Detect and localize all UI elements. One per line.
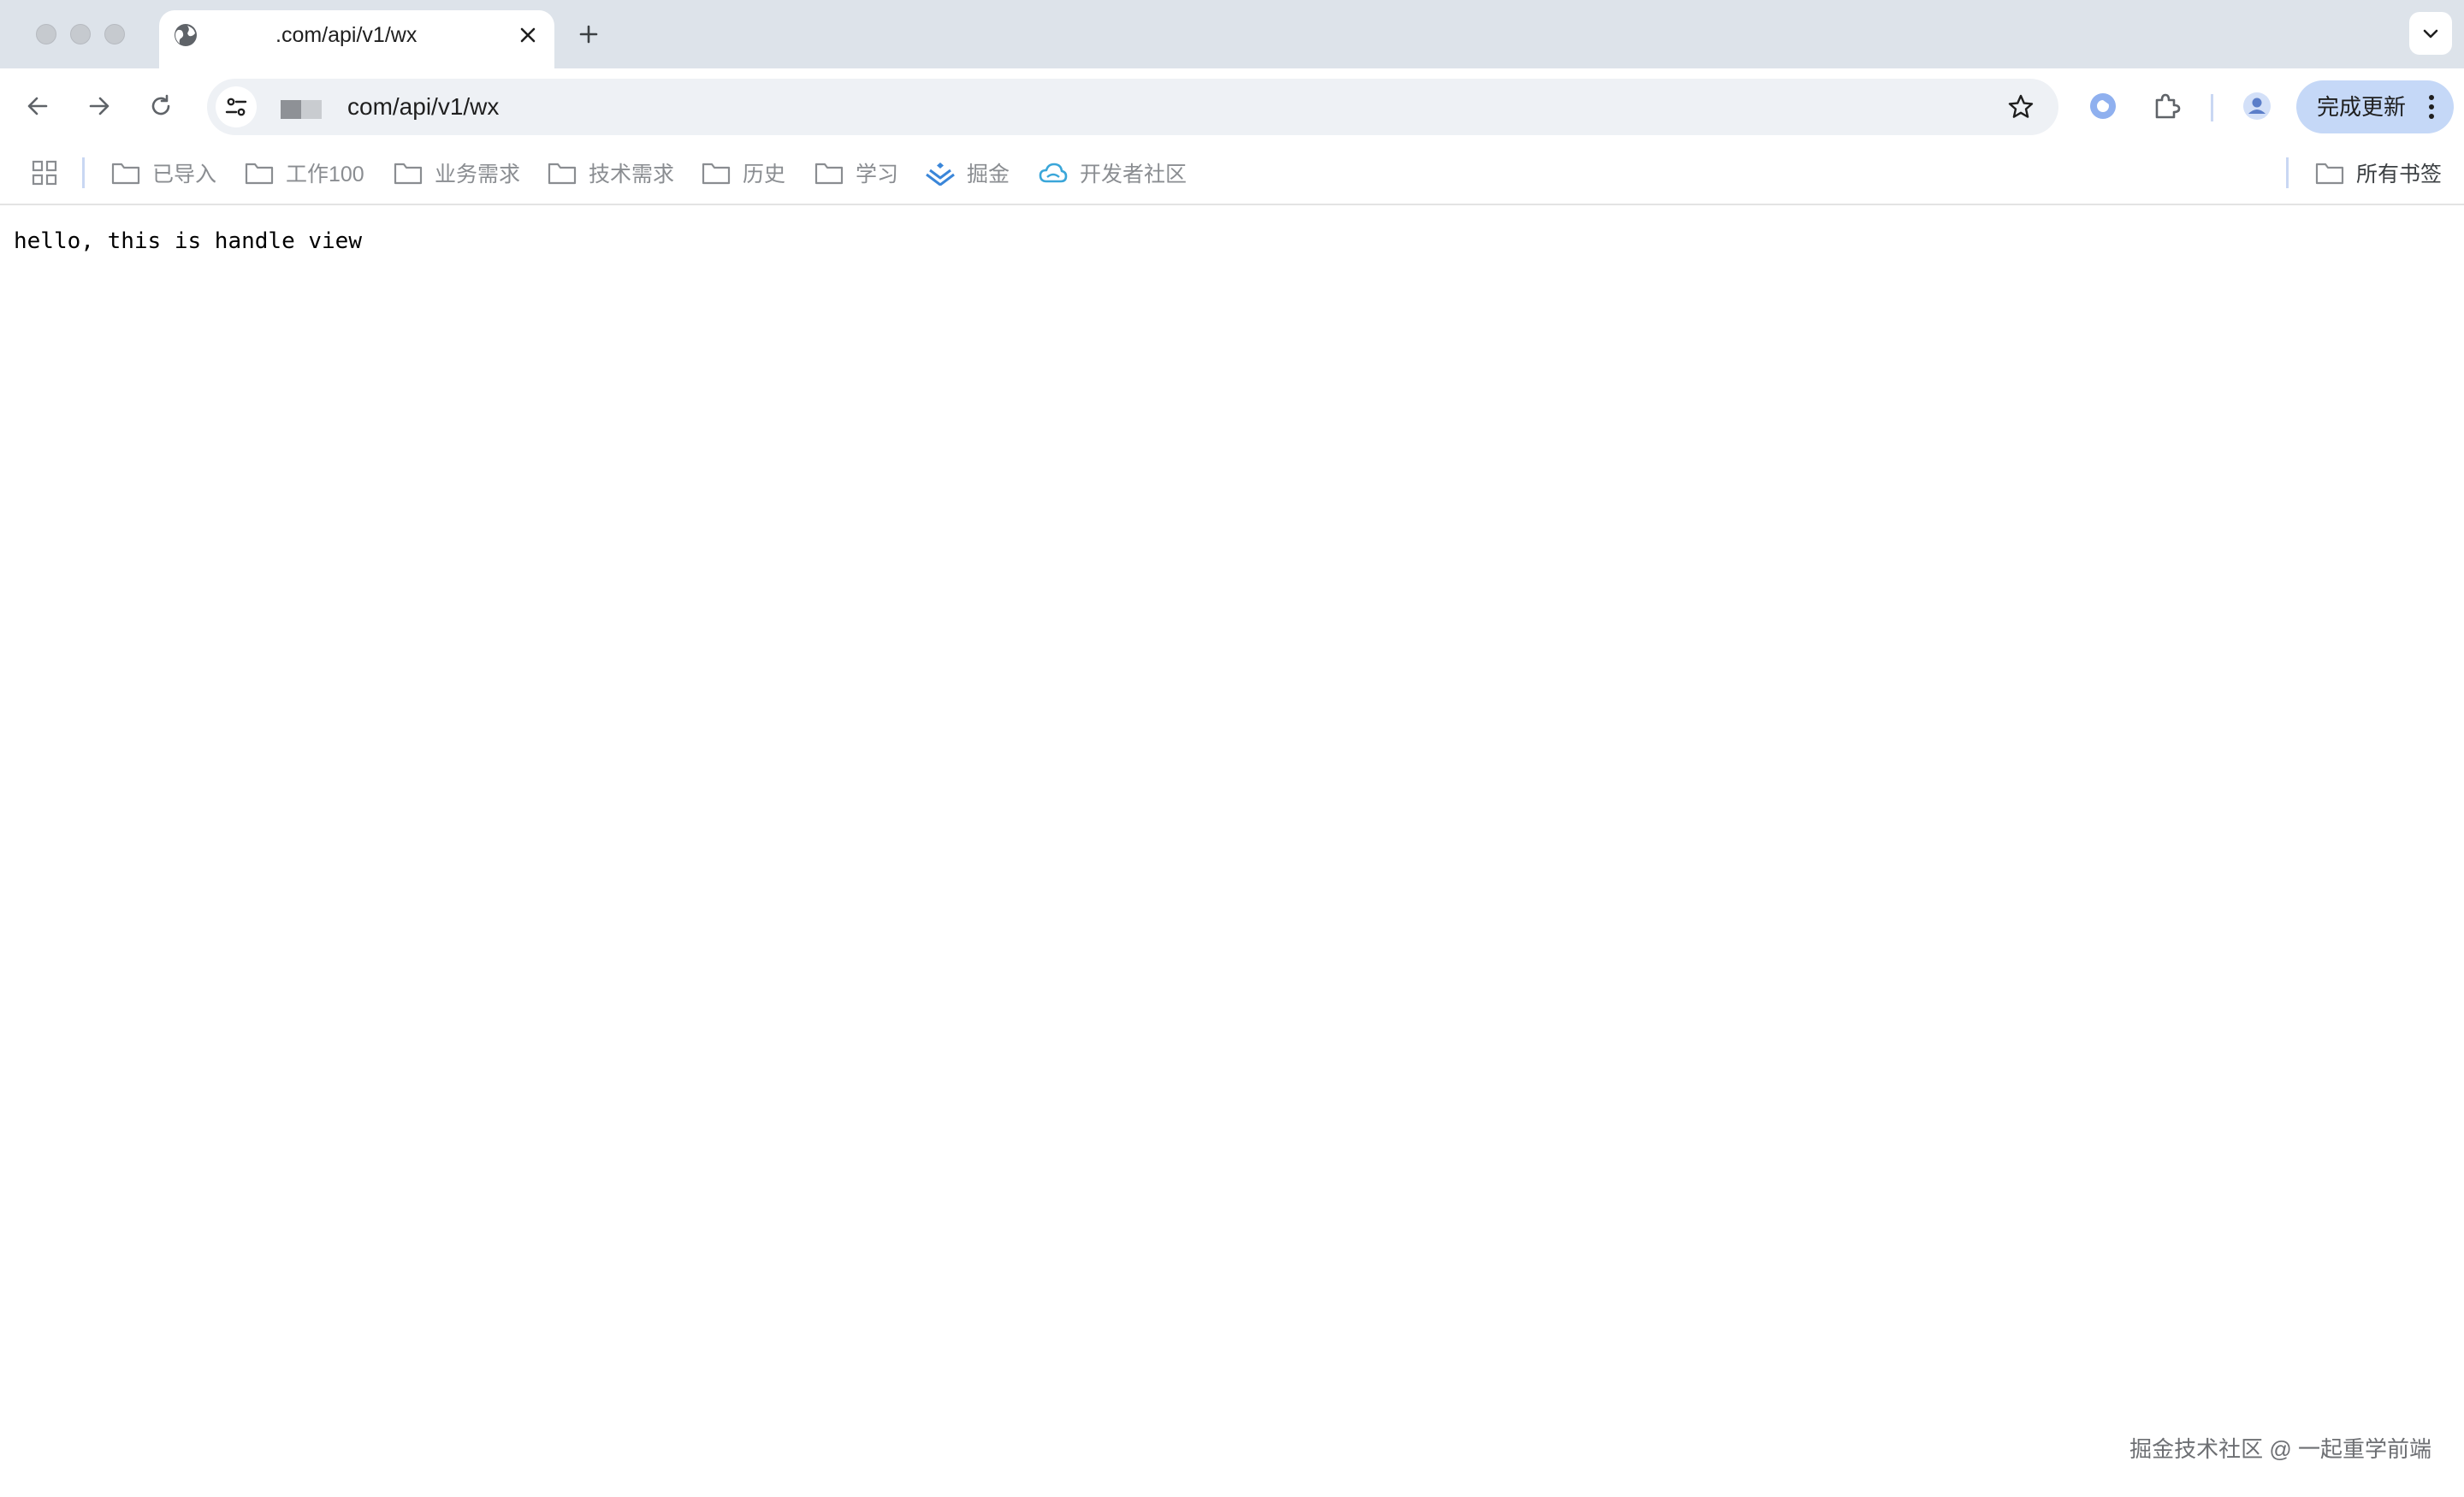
- folder-icon: [245, 159, 275, 186]
- minimize-window-button[interactable]: [70, 24, 91, 44]
- new-tab-button[interactable]: [573, 19, 604, 50]
- watermark: 掘金技术社区 @ 一起重学前端: [2129, 1436, 2431, 1462]
- tune-icon: [225, 98, 247, 116]
- bookmarks-divider: [2286, 157, 2289, 188]
- folder-icon: [2315, 159, 2346, 186]
- url-redaction: [281, 100, 322, 119]
- browser-window: .com/api/v1/wx com/api/v1/wx 完成更新 已导入 工作…: [0, 0, 2464, 1497]
- bookmarks-divider: [82, 157, 85, 188]
- more-vert-icon[interactable]: [2423, 90, 2440, 124]
- tab-search-button[interactable]: [2409, 12, 2452, 55]
- folder-icon: [394, 159, 424, 186]
- folder-icon: [702, 159, 732, 186]
- tab-strip: .com/api/v1/wx: [0, 0, 2464, 68]
- all-bookmarks-label: 所有书签: [2356, 163, 2443, 186]
- bookmark-link-dev-community[interactable]: 开发者社区: [1039, 156, 1187, 190]
- bookmark-label: 学习: [856, 163, 899, 186]
- bookmark-folder-4[interactable]: 历史: [702, 156, 785, 190]
- cloud-icon: [1039, 159, 1069, 186]
- profile-avatar-icon[interactable]: [2236, 86, 2277, 127]
- extension-circle-icon[interactable]: [2082, 86, 2123, 127]
- juejin-icon: [926, 159, 957, 186]
- folder-icon: [814, 159, 845, 186]
- bookmark-label: 工作100: [286, 163, 364, 186]
- bookmark-label: 掘金: [967, 163, 1010, 186]
- globe-icon: [173, 22, 198, 48]
- toolbar: com/api/v1/wx 完成更新: [0, 68, 2464, 145]
- arrow-right-icon: [89, 97, 110, 115]
- back-button[interactable]: [17, 86, 58, 127]
- bookmark-label: 历史: [743, 163, 786, 186]
- folder-icon: [548, 159, 578, 186]
- bookmark-folder-1[interactable]: 工作100: [245, 156, 364, 190]
- bookmark-label: 开发者社区: [1080, 163, 1188, 186]
- bookmark-folder-2[interactable]: 业务需求: [394, 156, 520, 190]
- update-label: 完成更新: [2317, 94, 2407, 120]
- close-window-button[interactable]: [36, 24, 56, 44]
- bookmark-folder-5[interactable]: 学习: [814, 156, 898, 190]
- close-tab-icon[interactable]: [513, 21, 542, 50]
- maximize-window-button[interactable]: [104, 24, 125, 44]
- bookmark-folder-0[interactable]: 已导入: [111, 156, 216, 190]
- all-bookmarks-button[interactable]: 所有书签: [2315, 156, 2442, 190]
- tab-title: .com/api/v1/wx: [275, 23, 418, 47]
- plus-icon: [579, 25, 598, 44]
- active-tab[interactable]: .com/api/v1/wx: [159, 10, 554, 68]
- bookmark-star-icon[interactable]: [2004, 90, 2038, 124]
- arrow-left-icon: [27, 97, 48, 115]
- chevron-down-icon: [2423, 29, 2438, 38]
- bookmark-label: 业务需求: [435, 163, 521, 186]
- folder-icon: [111, 159, 142, 186]
- address-bar[interactable]: com/api/v1/wx: [207, 79, 2058, 135]
- bookmark-link-juejin[interactable]: 掘金: [926, 156, 1010, 190]
- bookmark-folder-3[interactable]: 技术需求: [548, 156, 674, 190]
- toolbar-divider: [2211, 94, 2213, 121]
- bookmark-label: 已导入: [152, 163, 217, 186]
- bookmarks-bar: 已导入 工作100 业务需求 技术需求 历史 学习 掘金 开发者社区 所有书签: [0, 145, 2464, 205]
- url-text[interactable]: com/api/v1/wx: [347, 92, 499, 122]
- forward-button[interactable]: [79, 86, 120, 127]
- apps-grid-icon[interactable]: [31, 156, 58, 190]
- tab-title-mask: [207, 22, 265, 48]
- site-info-button[interactable]: [216, 86, 257, 127]
- page-body-text: hello, this is handle view: [14, 228, 362, 254]
- reload-icon: [151, 94, 170, 115]
- reload-button[interactable]: [140, 86, 181, 127]
- extensions-puzzle-icon[interactable]: [2146, 86, 2187, 127]
- bookmark-label: 技术需求: [589, 163, 675, 186]
- update-button[interactable]: 完成更新: [2296, 80, 2454, 133]
